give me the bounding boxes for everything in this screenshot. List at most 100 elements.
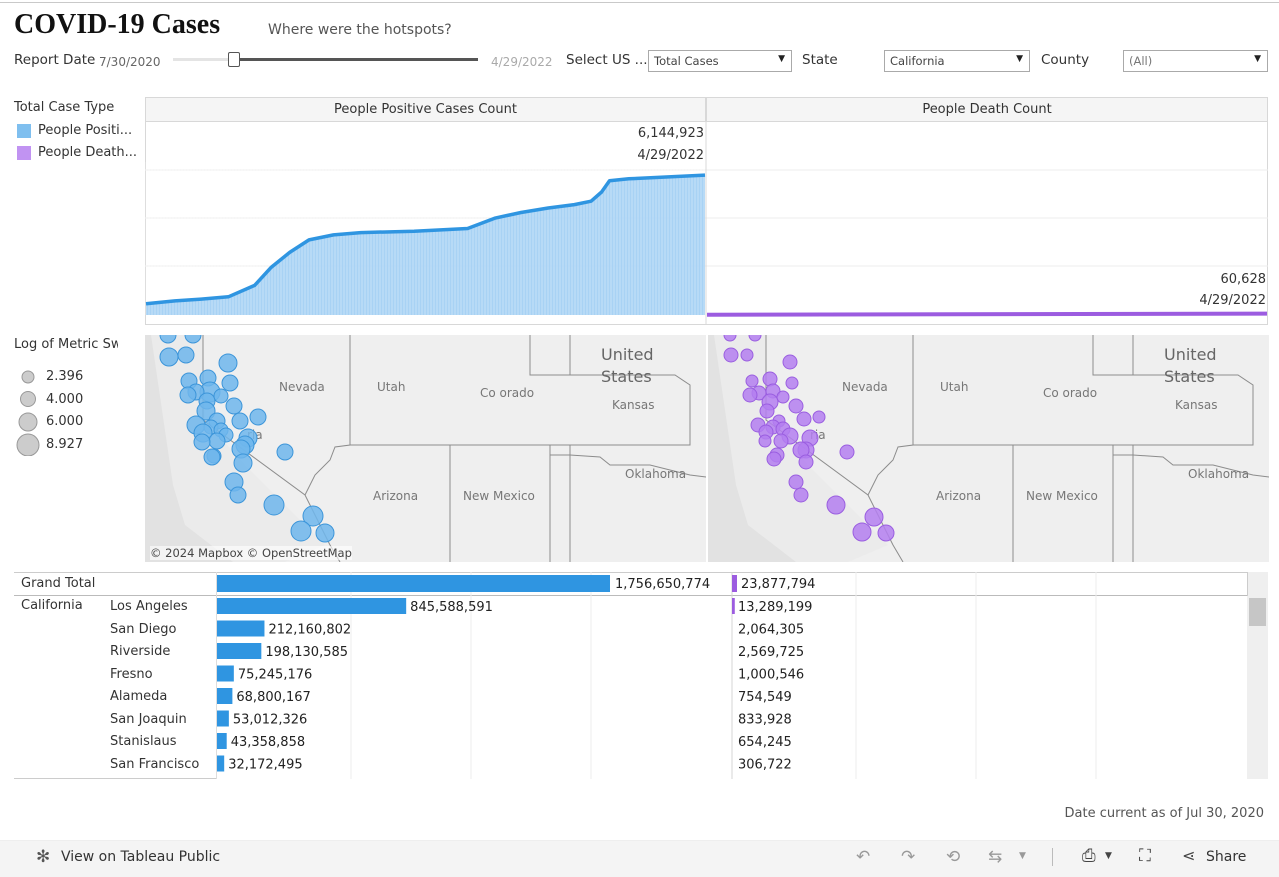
positive-value: 198,130,585 xyxy=(265,645,348,660)
county-marker xyxy=(812,410,826,424)
map-label-states: States xyxy=(1164,367,1215,386)
share-icon[interactable]: ⋖ xyxy=(1182,846,1195,865)
toolbar-divider xyxy=(1052,848,1053,866)
county-row-label[interactable]: San Joaquin xyxy=(110,712,187,727)
metric-dropdown[interactable]: Total Cases ▼ xyxy=(648,50,792,72)
county-marker xyxy=(793,487,809,503)
county-marker xyxy=(184,335,202,344)
county-marker xyxy=(758,434,772,448)
size-legend-item-1: 2.396 xyxy=(46,369,84,384)
legend-item-death[interactable]: People Death... xyxy=(38,145,137,160)
map-label-states: States xyxy=(601,367,652,386)
revert-icon[interactable]: ⟲ xyxy=(946,847,960,867)
cases-area-charts[interactable] xyxy=(145,122,1268,325)
map-label-oklahoma: Oklahoma xyxy=(625,467,686,481)
page-subtitle: Where were the hotspots? xyxy=(268,22,452,38)
positive-last-date-label: 4/29/2022 xyxy=(637,148,704,163)
size-legend-title: Log of Metric Sw xyxy=(14,337,118,352)
county-dropdown-value: (All) xyxy=(1129,54,1153,68)
county-row-label[interactable]: San Francisco xyxy=(110,757,199,772)
map-label-newmexico: New Mexico xyxy=(1026,489,1098,503)
grand-total-label: Grand Total xyxy=(21,576,96,591)
positive-bar xyxy=(217,665,234,682)
county-row-label[interactable]: San Diego xyxy=(110,622,176,637)
positive-cases-map[interactable]: Nevada Utah Co orado United States Kansas Okla… xyxy=(145,335,706,562)
refresh-icon[interactable]: ⇆ xyxy=(988,847,1002,867)
map-label-utah: Utah xyxy=(377,380,405,394)
chevron-down-icon[interactable]: ▼ xyxy=(1019,851,1026,861)
legend-swatch-death xyxy=(17,146,31,160)
county-row-label[interactable]: Alameda xyxy=(110,689,167,704)
page-title: COVID-19 Cases xyxy=(14,9,221,40)
size-legend-item-3: 6.000 xyxy=(46,414,84,429)
death-count-map[interactable]: Nevada Utah Co orado United States Kansas Okla… xyxy=(708,335,1269,562)
table-scrollbar[interactable] xyxy=(1247,572,1268,779)
download-icon[interactable]: ⎙ xyxy=(1082,846,1096,866)
map-canvas-positive: Nevada Utah Co orado United States Kansas Okla… xyxy=(145,335,706,562)
date-slider-range xyxy=(234,58,478,61)
size-legend-circle-1 xyxy=(21,370,35,384)
chart-header-positive: People Positive Cases Count xyxy=(145,97,706,122)
county-marker xyxy=(159,335,177,344)
metric-select-label: Select US ... xyxy=(566,52,648,68)
state-dropdown-value: California xyxy=(890,54,945,68)
county-row-label[interactable]: Los Angeles xyxy=(110,599,188,614)
county-marker xyxy=(249,408,267,426)
report-date-label: Report Date xyxy=(14,52,96,68)
positive-bar xyxy=(217,755,225,772)
map-attribution[interactable]: © 2024 Mapbox © OpenStreetMap xyxy=(150,546,352,560)
county-marker xyxy=(745,374,759,388)
county-marker xyxy=(796,411,812,427)
table-scrollbar-thumb[interactable] xyxy=(1249,598,1266,626)
series-line xyxy=(706,311,1268,317)
death-value: 833,928 xyxy=(738,713,792,728)
map-label-kansas: Kansas xyxy=(1175,398,1217,412)
table-bottom-border xyxy=(14,778,216,779)
report-date-end: 4/29/2022 xyxy=(491,55,553,69)
county-marker xyxy=(742,387,758,403)
county-marker xyxy=(218,353,238,373)
positive-value: 32,172,495 xyxy=(228,758,302,773)
county-marker xyxy=(315,523,335,543)
share-button[interactable]: Share xyxy=(1206,849,1246,865)
legend-swatch-positive xyxy=(17,124,31,138)
undo-icon[interactable]: ↶ xyxy=(856,847,870,867)
county-marker xyxy=(208,432,226,450)
size-legend-item-2: 4.000 xyxy=(46,392,84,407)
positive-bar xyxy=(217,620,265,637)
grand-total-positive-bar xyxy=(217,575,610,592)
county-marker xyxy=(740,348,754,362)
view-on-tableau-link[interactable]: View on Tableau Public xyxy=(61,849,220,865)
positive-value: 75,245,176 xyxy=(238,668,312,683)
table-bar-charts[interactable]: 1,756,650,774 23,877,794 845,588,591 13,289… xyxy=(216,572,1247,779)
positive-value: 68,800,167 xyxy=(236,690,310,705)
death-last-date-label: 4/29/2022 xyxy=(1199,293,1266,308)
grand-total-death-bar xyxy=(732,575,737,592)
redo-icon[interactable]: ↷ xyxy=(901,847,915,867)
county-row-label[interactable]: Fresno xyxy=(110,667,153,682)
county-row-label[interactable]: Stanislaus xyxy=(110,734,177,749)
county-dropdown[interactable]: (All) ▼ xyxy=(1123,50,1268,72)
date-slider-handle[interactable] xyxy=(228,52,240,67)
county-marker xyxy=(839,444,855,460)
size-legend-circle-3 xyxy=(18,412,38,432)
county-marker xyxy=(276,443,294,461)
chevron-down-icon[interactable]: ▼ xyxy=(1105,851,1112,861)
report-date-start: 7/30/2020 xyxy=(99,55,161,69)
state-dropdown[interactable]: California ▼ xyxy=(884,50,1030,72)
state-row-label: California xyxy=(21,598,83,613)
county-marker xyxy=(290,520,312,542)
chevron-down-icon: ▼ xyxy=(1254,54,1261,64)
legend-item-positive[interactable]: People Positi... xyxy=(38,123,132,138)
positive-value: 845,588,591 xyxy=(410,600,493,615)
county-marker xyxy=(785,376,799,390)
county-marker xyxy=(723,347,739,363)
fullscreen-icon[interactable]: ⛶ xyxy=(1139,846,1151,866)
map-label-kansas: Kansas xyxy=(612,398,654,412)
county-row-label[interactable]: Riverside xyxy=(110,644,170,659)
death-value: 13,289,199 xyxy=(738,600,812,615)
death-value: 306,722 xyxy=(738,758,792,773)
chart-header-death: People Death Count xyxy=(706,97,1268,122)
county-marker xyxy=(723,335,737,342)
size-legend-circle-2 xyxy=(20,391,36,407)
